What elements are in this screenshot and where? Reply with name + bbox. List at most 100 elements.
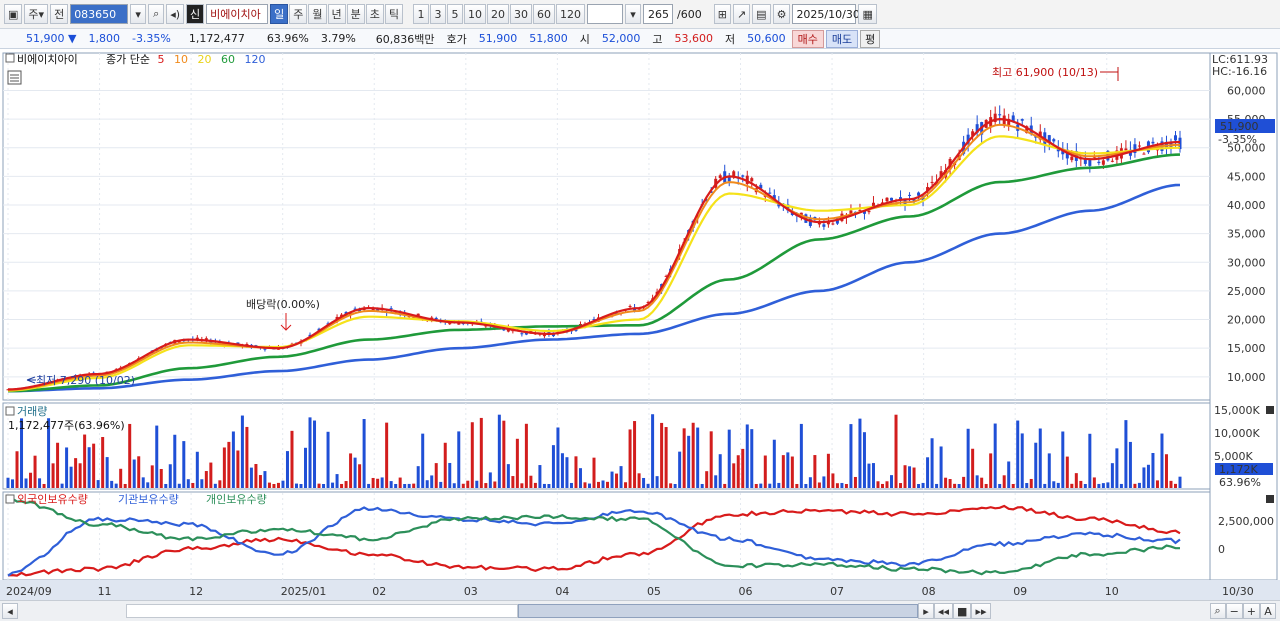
volume-bar: [524, 423, 528, 488]
zoom-out-icon[interactable]: −: [1225, 603, 1243, 619]
chart-window-icon[interactable]: ▣: [4, 4, 23, 24]
volume-bar: [1083, 484, 1087, 488]
volume-bar: [1169, 480, 1173, 488]
volume-bar: [272, 483, 276, 488]
volume-bar: [511, 476, 515, 488]
y-tick-label: 45,000: [1227, 170, 1266, 183]
volume-bar: [786, 452, 790, 488]
interval-tab-60[interactable]: 60: [533, 4, 556, 24]
draw-tool-icon[interactable]: ↗: [732, 4, 751, 24]
scroll-track[interactable]: [126, 604, 518, 618]
buy-button[interactable]: 매수: [791, 29, 824, 48]
candle-body: [1124, 148, 1128, 151]
speaker-icon[interactable]: ◂): [166, 4, 185, 24]
holdings-panel-close-icon[interactable]: [1266, 495, 1274, 503]
volume-bar: [249, 467, 253, 488]
interval-custom-input[interactable]: [587, 4, 624, 24]
x-tick-label: 07: [830, 585, 844, 598]
candle-body: [1020, 119, 1024, 121]
search-icon[interactable]: ⌕: [148, 4, 165, 24]
legend-individual: 개인보유수량: [206, 493, 267, 506]
volume-bar: [687, 435, 691, 488]
volume-bar: [664, 427, 668, 488]
volume-bar: [1160, 433, 1164, 488]
interval-tab-5[interactable]: 5: [447, 4, 464, 24]
volume-bar: [466, 480, 470, 488]
interval-tab-120[interactable]: 120: [556, 4, 586, 24]
volume-bar: [155, 425, 159, 488]
count-input[interactable]: 265: [643, 4, 674, 24]
period-tab-6[interactable]: 틱: [384, 4, 404, 24]
play-icon[interactable]: ▸: [918, 603, 934, 619]
forward-icon[interactable]: ▸▸: [971, 603, 991, 619]
code-dropdown-icon[interactable]: ▾: [130, 4, 147, 24]
interval-tab-20[interactable]: 20: [487, 4, 510, 24]
volume-bar: [78, 463, 82, 488]
sell-button[interactable]: 매도: [825, 29, 859, 48]
volume-bar: [1007, 461, 1011, 488]
volume-bar: [308, 417, 312, 488]
rewind-icon[interactable]: ◂◂: [934, 603, 954, 619]
interval-tab-30[interactable]: 30: [510, 4, 533, 24]
panel-menu-icon[interactable]: [5, 53, 15, 63]
volume-tick-label: 5,000K: [1214, 450, 1253, 463]
volume-bar: [398, 477, 402, 488]
volume-panel-close-icon[interactable]: [1266, 406, 1274, 414]
calendar-icon[interactable]: ▦: [858, 4, 877, 24]
volume-bar: [335, 474, 339, 488]
panel-stock-name: 비에이치아이: [17, 53, 78, 66]
volume-bar: [862, 432, 866, 488]
holdings-panel-menu-icon[interactable]: [5, 494, 15, 504]
date-input[interactable]: 2025/10/30: [792, 4, 860, 24]
settings-grid-icon[interactable]: ⊞: [713, 4, 731, 24]
volume-bar: [276, 482, 280, 488]
stop-icon[interactable]: ■: [953, 603, 972, 619]
save-icon[interactable]: ▤: [752, 4, 771, 24]
interval-dropdown-icon[interactable]: ▾: [625, 4, 642, 24]
interval-tab-3[interactable]: 3: [430, 4, 447, 24]
volume-bar: [894, 414, 898, 488]
market-select[interactable]: 전: [50, 4, 69, 24]
volume-bar: [421, 433, 425, 488]
volume-bar: [488, 472, 492, 488]
volume-bar: [705, 471, 709, 488]
volume-bar: [619, 466, 623, 488]
x-tick-label: 2025/01: [281, 585, 327, 598]
average-button[interactable]: 평: [860, 29, 881, 48]
volume-bar: [1115, 448, 1119, 488]
period-tab-2[interactable]: 월: [308, 4, 327, 24]
y-tick-label: 60,000: [1227, 84, 1266, 97]
scroll-left-icon[interactable]: ◂: [2, 603, 18, 619]
zoom-in-icon[interactable]: +: [1242, 603, 1260, 619]
volume-panel-menu-icon[interactable]: [5, 406, 15, 416]
stock-chart[interactable]: 10,000 15,000 20,000 25,000 30,000 35,000 40,0…: [0, 49, 1280, 600]
volume-bar: [538, 465, 542, 488]
zoom-icon[interactable]: ⌕: [1209, 603, 1226, 619]
volume-bar: [195, 451, 199, 488]
x-tick-label: 09: [1013, 585, 1027, 598]
volume-bar: [583, 482, 587, 488]
period-tab-1[interactable]: 주: [289, 4, 308, 24]
stock-name-field[interactable]: 비에이치아: [206, 4, 269, 24]
candle-body: [1088, 159, 1092, 166]
period-tab-0[interactable]: 일: [270, 4, 289, 24]
period-tab-4[interactable]: 분: [346, 4, 365, 24]
font-size-icon[interactable]: A: [1260, 603, 1276, 619]
volume-bar: [254, 464, 258, 488]
interval-tab-1[interactable]: 1: [413, 4, 430, 24]
volume-current: 1,172K: [1219, 463, 1258, 476]
market-label: 전: [54, 8, 65, 21]
ma120-label: 120: [244, 53, 265, 66]
candle-body: [890, 197, 894, 201]
period-select[interactable]: 주 ▾: [24, 4, 49, 24]
period-tab-3[interactable]: 년: [327, 4, 346, 24]
scroll-thumb[interactable]: [518, 604, 918, 618]
gear-icon[interactable]: ⚙: [772, 4, 791, 24]
volume-bar: [966, 428, 970, 488]
volume-bar: [682, 428, 686, 488]
interval-tab-10[interactable]: 10: [464, 4, 487, 24]
volume-bar: [502, 420, 506, 488]
stock-code-input[interactable]: 083650: [70, 4, 129, 24]
period-tab-5[interactable]: 초: [365, 4, 384, 24]
volume-bar: [6, 477, 10, 488]
